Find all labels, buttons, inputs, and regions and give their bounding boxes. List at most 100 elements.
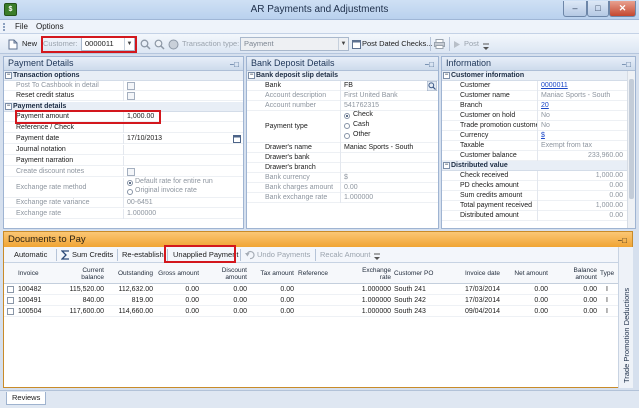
collapse-icon[interactable]: − <box>5 103 12 110</box>
info-currency-link[interactable]: $ <box>541 131 545 141</box>
info-customer-link[interactable]: 0000011 <box>541 81 568 91</box>
chevron-down-icon[interactable]: ▼ <box>338 38 348 50</box>
drawers-bank-row[interactable]: Drawer's bank <box>247 153 438 163</box>
post-button[interactable]: Post <box>464 37 479 51</box>
zoom-icon[interactable] <box>154 39 165 50</box>
pin-icon[interactable]: −□ <box>229 58 239 71</box>
undo-payments-button[interactable]: Undo Payments <box>255 249 312 261</box>
property-divider <box>537 191 538 201</box>
row-select-checkbox[interactable] <box>7 297 14 304</box>
transaction-options-section[interactable]: − Transaction options <box>4 71 243 81</box>
payment-type-row: Payment type Check Cash Other <box>247 111 438 143</box>
menu-options[interactable]: Options <box>36 22 64 31</box>
col-gross-amount[interactable]: Gross amount <box>154 263 199 284</box>
bank-value[interactable]: FB <box>344 81 353 91</box>
bank-charges-row: Bank charges amount 0.00 <box>247 183 438 193</box>
automatic-button[interactable]: Automatic <box>12 249 49 261</box>
collapse-icon[interactable]: − <box>443 72 450 79</box>
col-exchange-rate[interactable]: Exchange rate <box>358 263 391 284</box>
reference-check-row[interactable]: Reference / Check <box>4 123 243 133</box>
col-outstanding[interactable]: Outstanding <box>108 263 153 284</box>
drawers-name-value[interactable]: Maniac Sports - South <box>344 143 413 153</box>
scrollbar-thumb[interactable] <box>629 79 634 199</box>
pin-icon[interactable]: −□ <box>424 58 434 71</box>
col-type[interactable]: Type <box>600 263 616 284</box>
post-to-cashbook-label: Post To Cashbook in detail <box>16 82 99 89</box>
close-button[interactable]: ✕ <box>609 1 636 17</box>
drawers-name-row[interactable]: Drawer's name Maniac Sports - South <box>247 143 438 153</box>
col-reference[interactable]: Reference <box>298 263 348 284</box>
row-select-checkbox[interactable] <box>7 286 14 293</box>
search-icon[interactable] <box>140 39 151 50</box>
row-select-checkbox[interactable] <box>7 308 14 315</box>
col-net-amount[interactable]: Net amount <box>504 263 548 284</box>
col-customer-po[interactable]: Customer PO <box>394 263 444 284</box>
customer-highlight <box>41 36 137 53</box>
property-divider <box>123 198 124 208</box>
col-invoice[interactable]: Invoice <box>18 263 58 284</box>
bank-row[interactable]: Bank FB <box>247 81 438 91</box>
col-current-balance[interactable]: Current balance <box>64 263 104 284</box>
original-invoice-rate-option[interactable]: Original invoice rate <box>135 186 197 196</box>
payment-date-value[interactable]: 17/10/2013 <box>127 134 162 144</box>
default-rate-radio[interactable] <box>127 180 133 186</box>
pin-icon[interactable]: −□ <box>621 58 631 71</box>
information-scrollbar[interactable] <box>627 71 635 228</box>
transaction-type-select[interactable]: Payment ▼ <box>240 37 349 51</box>
new-document-icon[interactable] <box>8 39 18 50</box>
collapse-icon[interactable]: − <box>248 72 255 79</box>
trade-promotion-deductions-tab[interactable]: Trade Promotion Deductions <box>618 247 633 388</box>
table-row[interactable]: 100504 117,600.00 114,660.00 0.00 0.00 0… <box>4 307 618 317</box>
original-invoice-rate-radio[interactable] <box>127 189 133 195</box>
col-discount-amount[interactable]: Discount amount <box>210 263 247 284</box>
account-description-label: Account description <box>265 92 327 99</box>
other-option[interactable]: Other <box>353 130 371 140</box>
customer-information-section[interactable]: − Customer information <box>442 71 635 81</box>
post-dated-checks-button[interactable]: Post Dated Checks... <box>362 37 432 51</box>
drawers-branch-row[interactable]: Drawer's branch <box>247 163 438 173</box>
minimize-button[interactable]: – <box>563 1 587 17</box>
maximize-button[interactable]: □ <box>587 1 609 17</box>
reviews-tab[interactable]: Reviews <box>6 392 47 405</box>
menu-file[interactable]: File <box>15 22 28 31</box>
cash-radio[interactable] <box>344 123 350 129</box>
recalc-amount-button[interactable]: Recalc Amount <box>318 249 372 261</box>
payment-date-row[interactable]: Payment date 17/10/2013 <box>4 134 243 144</box>
other-radio[interactable] <box>344 133 350 139</box>
info-customer-row: Customer 0000011 <box>442 81 635 91</box>
collapse-icon[interactable]: − <box>443 162 450 169</box>
distributed-value-section[interactable]: − Distributed value <box>442 161 635 171</box>
sum-credits-button[interactable]: Sum Credits <box>70 249 115 261</box>
create-discount-notes-checkbox[interactable] <box>127 168 135 176</box>
toolbar-overflow-icon[interactable] <box>483 43 489 51</box>
col-tax-amount[interactable]: Tax amount <box>252 263 294 284</box>
payment-narration-row[interactable]: Payment narration <box>4 156 243 166</box>
info-branch-link[interactable]: 20 <box>541 101 549 111</box>
check-option[interactable]: Check <box>353 110 373 120</box>
table-row[interactable]: 100482 115,520.00 112,632.00 0.00 0.00 0… <box>4 285 618 295</box>
collapse-icon[interactable]: − <box>5 72 12 79</box>
post-to-cashbook-checkbox[interactable] <box>127 82 135 90</box>
new-button[interactable]: New <box>22 37 37 51</box>
col-invoice-date[interactable]: Invoice date <box>448 263 500 284</box>
table-row[interactable]: 100491 840.00 819.00 0.00 0.00 0.00 1.00… <box>4 296 618 306</box>
window-title: AR Payments and Adjustments <box>250 4 389 15</box>
grid-header: Invoice Current balance Outstanding Gros… <box>4 263 618 284</box>
re-establish-button[interactable]: Re-establish <box>120 249 166 261</box>
print-icon[interactable] <box>434 39 445 49</box>
info-icon[interactable] <box>168 39 179 50</box>
check-radio[interactable] <box>344 113 350 119</box>
journal-notation-row[interactable]: Journal notation <box>4 145 243 155</box>
toolbar-overflow-icon[interactable] <box>374 253 380 261</box>
property-divider <box>537 151 538 161</box>
reset-credit-status-checkbox[interactable] <box>127 92 135 100</box>
cash-option[interactable]: Cash <box>353 120 369 130</box>
calendar-icon[interactable] <box>233 135 241 143</box>
pd-checks-amount-label: PD checks amount <box>460 182 519 189</box>
post-icon[interactable] <box>453 40 461 49</box>
search-icon[interactable] <box>427 81 437 91</box>
pin-icon[interactable]: −□ <box>617 233 627 248</box>
col-balance-amount[interactable]: Balance amount <box>564 263 598 284</box>
customer-po-cell: South 243 <box>394 308 426 315</box>
bank-deposit-slip-section[interactable]: − Bank deposit slip details <box>247 71 438 81</box>
